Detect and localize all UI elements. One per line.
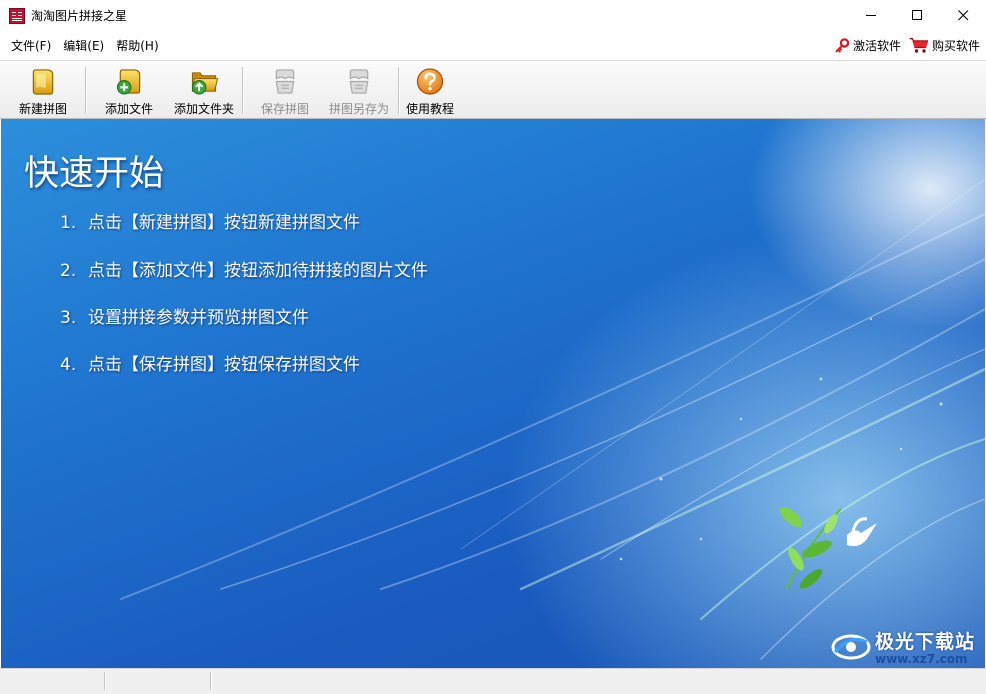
save-as-icon [349, 69, 369, 94]
add-file-label: 添加文件 [104, 102, 153, 116]
minimize-icon [865, 15, 876, 16]
app-logo-icon [9, 7, 25, 24]
add-folder-label: 添加文件夹 [173, 102, 234, 116]
status-bar [0, 668, 986, 694]
tutorial-button[interactable]: 使用教程 [402, 63, 458, 117]
step-number: 3. [60, 308, 77, 328]
menu-edit[interactable]: 编辑(E) [57, 37, 110, 54]
status-panel [0, 672, 105, 690]
step-text: 点击【新建拼图】按钮新建拼图文件 [88, 213, 360, 233]
cart-icon [909, 37, 929, 53]
save-puzzle-icon [275, 69, 295, 94]
step-text: 点击【添加文件】按钮添加待拼接的图片文件 [88, 261, 428, 281]
save-as-button[interactable]: 拼图另存为 [324, 63, 394, 117]
buy-software-link[interactable]: 购买软件 [909, 37, 980, 54]
menu-help[interactable]: 帮助(H) [110, 37, 164, 54]
save-as-label: 拼图另存为 [328, 102, 389, 116]
watermark-url: www.xz7.com [874, 652, 968, 666]
new-puzzle-icon [32, 69, 54, 95]
new-puzzle-button[interactable]: 新建拼图 [12, 63, 74, 117]
save-puzzle-button[interactable]: 保存拼图 [254, 63, 316, 117]
toolbar-separator [85, 67, 86, 114]
step-text: 点击【保存拼图】按钮保存拼图文件 [88, 355, 360, 375]
toolbar-separator [242, 67, 243, 114]
minimize-button[interactable] [848, 0, 894, 31]
quickstart-panel: 快速开始 1. 点击【新建拼图】按钮新建拼图文件 2. 点击【添加文件】按钮添加待拼… [1, 119, 985, 668]
dove-illustration [847, 517, 877, 547]
add-file-icon [116, 69, 141, 95]
step-text: 设置拼接参数并预览拼图文件 [88, 308, 309, 328]
buy-software-label: 购买软件 [931, 39, 980, 53]
window-title: 淘淘图片拼接之星 [31, 9, 128, 23]
tutorial-label: 使用教程 [405, 102, 454, 116]
title-bar: 淘淘图片拼接之星 [0, 0, 986, 31]
add-folder-icon [191, 72, 219, 95]
help-icon [416, 68, 444, 95]
step-number: 2. [60, 261, 77, 281]
close-button[interactable] [940, 0, 986, 31]
quickstart-step: 3. 设置拼接参数并预览拼图文件 [60, 303, 309, 328]
maximize-button[interactable] [894, 0, 940, 31]
step-number: 4. [60, 355, 77, 375]
close-icon [957, 10, 968, 21]
save-puzzle-label: 保存拼图 [260, 102, 309, 116]
watermark-name: 极光下载站 [874, 631, 975, 653]
key-icon [835, 37, 850, 53]
quickstart-step: 2. 点击【添加文件】按钮添加待拼接的图片文件 [60, 256, 428, 281]
decorative-background [120, 178, 985, 660]
status-panel [105, 672, 211, 690]
add-folder-button[interactable]: 添加文件夹 [168, 63, 240, 117]
watermark-logo-icon [831, 634, 871, 659]
activate-software-link[interactable]: 激活软件 [834, 37, 901, 54]
leaves-illustration [779, 506, 842, 590]
window-controls [848, 0, 986, 31]
toolbar-separator [398, 67, 399, 114]
menu-bar: 文件(F) 编辑(E) 帮助(H) 激活软件 购买软件 [0, 31, 986, 60]
quickstart-step: 1. 点击【新建拼图】按钮新建拼图文件 [60, 208, 360, 233]
add-file-button[interactable]: 添加文件 [98, 63, 160, 117]
activate-software-label: 激活软件 [852, 39, 901, 53]
quickstart-step: 4. 点击【保存拼图】按钮保存拼图文件 [60, 350, 360, 375]
quickstart-title: 快速开始 [24, 154, 165, 194]
toolbar: 新建拼图 添加文件 添加文件夹 保存拼图 拼图另存为 使用教程 [0, 60, 986, 119]
menu-file[interactable]: 文件(F) [5, 37, 57, 54]
menu-right-links: 激活软件 购买软件 [826, 31, 980, 60]
new-puzzle-label: 新建拼图 [18, 102, 67, 116]
step-number: 1. [60, 213, 77, 233]
watermark: 极光下载站 www.xz7.com [831, 627, 975, 666]
maximize-icon [911, 10, 922, 20]
